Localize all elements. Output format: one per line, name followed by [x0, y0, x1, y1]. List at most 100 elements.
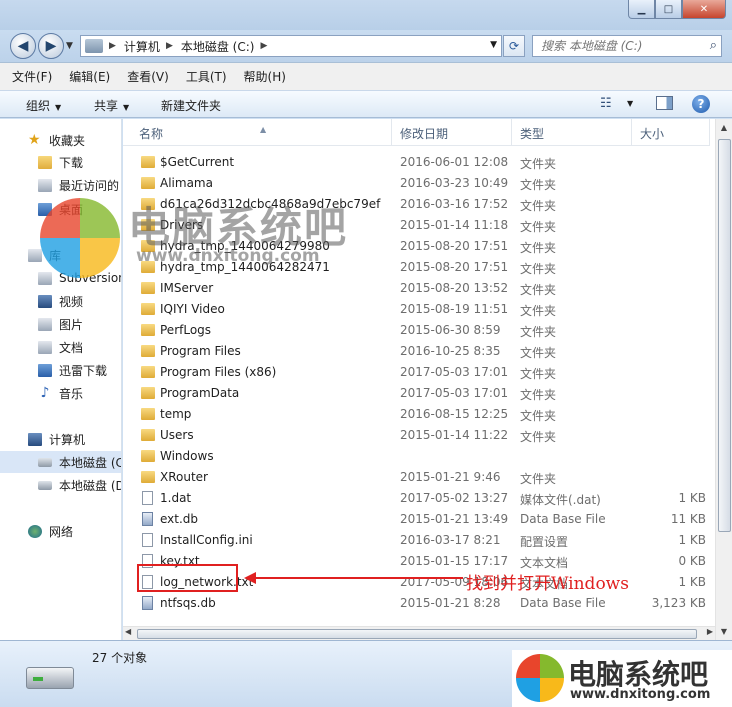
folder-icon: [38, 155, 52, 169]
file-row[interactable]: d61ca26d312dcbc4868a9d7ebc79ef 2016-03-16…: [123, 194, 709, 215]
nav-recent[interactable]: 最近访问的: [0, 174, 121, 196]
chevron-down-icon[interactable]: ▼: [627, 99, 633, 108]
menu-help[interactable]: 帮助(H): [244, 68, 286, 85]
column-type[interactable]: 类型: [520, 125, 544, 142]
search-input[interactable]: [541, 39, 701, 53]
preview-pane-icon[interactable]: [656, 96, 673, 110]
maximize-button[interactable]: □: [655, 0, 682, 19]
nav-favorites[interactable]: ★ 收藏夹: [0, 129, 121, 151]
star-icon: ★: [28, 131, 41, 148]
nav-downloads[interactable]: 下载: [0, 151, 121, 173]
file-row[interactable]: Drivers 2015-01-14 11:18 文件夹: [123, 215, 709, 236]
nav-label: 收藏夹: [49, 133, 86, 148]
view-options-icon[interactable]: ☷: [600, 96, 612, 111]
file-row[interactable]: ext.db 2015-01-21 13:49 Data Base File 11 K…: [123, 509, 709, 530]
nav-subversion[interactable]: Subversion: [0, 267, 121, 289]
column-size[interactable]: 大小: [640, 125, 664, 142]
vertical-scrollbar[interactable]: ▲ ▼: [715, 119, 732, 640]
file-row[interactable]: hydra_tmp_1440064282471 2015-08-20 17:51 文…: [123, 257, 709, 278]
folder-icon: [141, 450, 155, 462]
forward-button[interactable]: ▶: [38, 33, 64, 59]
search-box[interactable]: ⌕: [532, 35, 722, 57]
history-dropdown[interactable]: ▼: [66, 41, 73, 51]
nav-local-disk-d[interactable]: 本地磁盘 (D: [0, 474, 121, 496]
nav-network[interactable]: 网络: [0, 520, 121, 542]
logo-icon: [516, 654, 564, 702]
menu-view[interactable]: 查看(V): [127, 68, 169, 85]
scroll-thumb[interactable]: [137, 629, 697, 639]
folder-icon: [141, 408, 155, 420]
chevron-right-icon[interactable]: ▶: [109, 41, 116, 51]
command-bar: 组织 ▼ 共享 ▼ 新建文件夹 ☷ ▼ ?: [0, 90, 732, 118]
nav-libraries[interactable]: 库: [0, 244, 121, 266]
menu-file[interactable]: 文件(F): [12, 68, 52, 85]
scroll-thumb[interactable]: [718, 139, 731, 532]
file-date: 2016-10-25 8:35: [400, 344, 501, 358]
nav-computer[interactable]: 计算机: [0, 428, 121, 450]
scroll-up-icon[interactable]: ▲: [716, 119, 732, 136]
column-name[interactable]: 名称: [139, 125, 163, 142]
column-divider[interactable]: [391, 119, 392, 146]
file-date: 2015-01-21 8:28: [400, 596, 501, 610]
search-icon[interactable]: ⌕: [710, 38, 717, 53]
file-row[interactable]: Users 2015-01-14 11:22 文件夹: [123, 425, 709, 446]
file-row[interactable]: InstallConfig.ini 2016-03-17 8:21 配置设置 1 KB: [123, 530, 709, 551]
file-date: 2015-01-21 13:49: [400, 512, 509, 526]
chevron-right-icon[interactable]: ▶: [260, 41, 267, 51]
nav-pictures[interactable]: 图片: [0, 313, 121, 335]
column-divider[interactable]: [511, 119, 512, 146]
file-type: 文件夹: [520, 409, 557, 423]
nav-thunder-downloads[interactable]: 迅雷下载: [0, 359, 121, 381]
refresh-button[interactable]: ⟳: [503, 35, 525, 57]
scroll-left-icon[interactable]: ◀: [125, 627, 131, 636]
file-row[interactable]: Alimama 2016-03-23 10:49 文件夹: [123, 173, 709, 194]
nav-music[interactable]: ♪ 音乐: [0, 382, 121, 404]
file-row[interactable]: ntfsqs.db 2015-01-21 8:28 Data Base File 3,…: [123, 593, 709, 614]
file-row[interactable]: PerfLogs 2015-06-30 8:59 文件夹: [123, 320, 709, 341]
chevron-right-icon[interactable]: ▶: [166, 41, 173, 51]
nav-documents[interactable]: 文档: [0, 336, 121, 358]
folder-icon: [141, 240, 155, 252]
file-row[interactable]: temp 2016-08-15 12:25 文件夹: [123, 404, 709, 425]
address-bar[interactable]: ▶ 计算机 ▶ 本地磁盘 (C:) ▶ ▼: [80, 35, 502, 57]
new-folder-button[interactable]: 新建文件夹: [161, 97, 221, 114]
breadcrumb-computer[interactable]: 计算机: [124, 38, 160, 55]
file-date: 2016-03-16 17:52: [400, 197, 509, 211]
file-type: 文件夹: [520, 325, 557, 339]
file-type: 文件夹: [520, 178, 557, 192]
file-row[interactable]: hydra_tmp_1440064279980 2015-08-20 17:51 文…: [123, 236, 709, 257]
file-row[interactable]: Program Files (x86) 2017-05-03 17:01 文件夹: [123, 362, 709, 383]
file-name: hydra_tmp_1440064282471: [160, 260, 330, 274]
file-row[interactable]: ProgramData 2017-05-03 17:01 文件夹: [123, 383, 709, 404]
file-row[interactable]: Program Files 2016-10-25 8:35 文件夹: [123, 341, 709, 362]
column-divider[interactable]: [709, 119, 710, 146]
menu-tools[interactable]: 工具(T): [186, 68, 227, 85]
file-row[interactable]: IQIYI Video 2015-08-19 11:51 文件夹: [123, 299, 709, 320]
close-button[interactable]: ✕: [682, 0, 726, 19]
nav-local-disk-c[interactable]: 本地磁盘 (C: [0, 451, 121, 473]
file-row[interactable]: $GetCurrent 2016-06-01 12:08 文件夹: [123, 152, 709, 173]
file-row[interactable]: IMServer 2015-08-20 13:52 文件夹: [123, 278, 709, 299]
back-button[interactable]: ◀: [10, 33, 36, 59]
nav-videos[interactable]: 视频: [0, 290, 121, 312]
help-icon[interactable]: ?: [692, 95, 710, 113]
share-button[interactable]: 共享 ▼: [94, 97, 129, 114]
scroll-down-icon[interactable]: ▼: [716, 623, 732, 640]
scroll-right-icon[interactable]: ▶: [707, 627, 713, 636]
minimize-button[interactable]: ▁: [628, 0, 655, 19]
horizontal-scrollbar[interactable]: ◀ ▶: [123, 626, 715, 640]
column-date[interactable]: 修改日期: [400, 125, 448, 142]
address-dropdown[interactable]: ▼: [490, 40, 497, 50]
organize-button[interactable]: 组织 ▼: [26, 97, 61, 114]
file-row[interactable]: 1.dat 2017-05-02 13:27 媒体文件(.dat) 1 KB: [123, 488, 709, 509]
file-name: Program Files: [160, 344, 241, 358]
nav-label: 视频: [59, 294, 84, 309]
network-icon: [28, 524, 42, 538]
music-note-icon: ♪: [40, 384, 50, 401]
column-divider[interactable]: [631, 119, 632, 146]
file-row[interactable]: XRouter 2015-01-21 9:46 文件夹: [123, 467, 709, 488]
file-row[interactable]: Windows: [123, 446, 709, 467]
menu-edit[interactable]: 编辑(E): [69, 68, 110, 85]
breadcrumb-local-disk[interactable]: 本地磁盘 (C:): [181, 38, 255, 55]
nav-desktop[interactable]: 桌面: [0, 198, 121, 220]
